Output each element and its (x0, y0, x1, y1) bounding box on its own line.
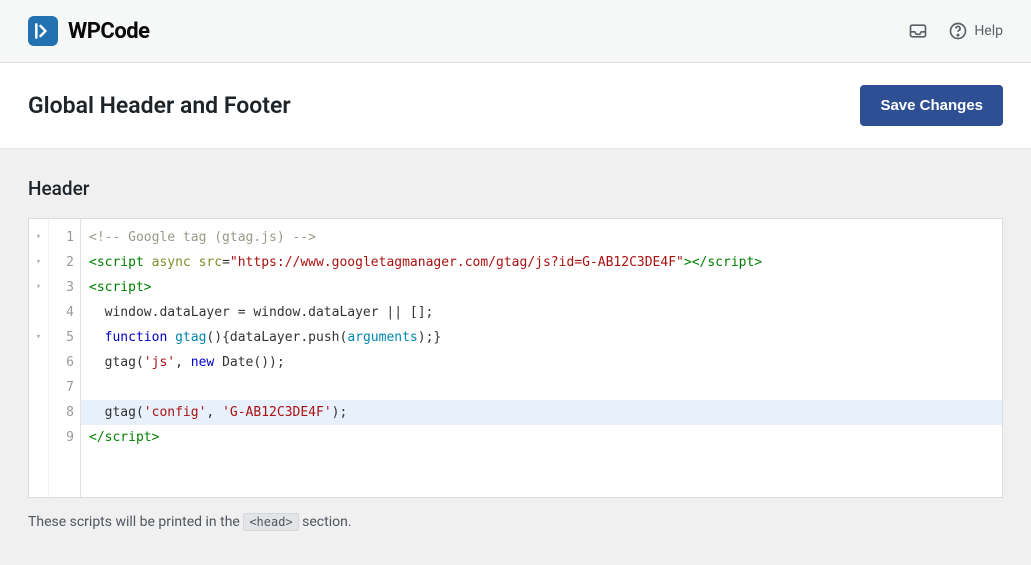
fold-marker (29, 375, 48, 400)
editor-line-gutter: 123456789 (49, 219, 81, 497)
line-number: 9 (49, 425, 74, 450)
logo[interactable]: WPCode (28, 16, 150, 46)
line-number: 3 (49, 275, 74, 300)
code-line[interactable]: gtag('js', new Date()); (89, 350, 994, 375)
fold-marker[interactable]: ▾ (29, 275, 48, 300)
page-title: Global Header and Footer (28, 92, 291, 119)
code-line[interactable]: window.dataLayer = window.dataLayer || [… (89, 300, 994, 325)
line-number: 5 (49, 325, 74, 350)
code-line[interactable]: <script async src="https://www.googletag… (89, 250, 994, 275)
help-label: Help (974, 23, 1003, 39)
logo-text: WPCode (68, 19, 150, 44)
line-number: 8 (49, 400, 74, 425)
fold-marker[interactable]: ▾ (29, 225, 48, 250)
footnote-after: section. (299, 514, 352, 530)
footnote-tag: <head> (243, 513, 298, 531)
inbox-icon[interactable] (908, 21, 928, 41)
fold-marker (29, 350, 48, 375)
fold-marker (29, 400, 48, 425)
editor-fold-gutter[interactable]: ▾▾▾▾ (29, 219, 49, 497)
code-line[interactable]: function gtag(){dataLayer.push(arguments… (89, 325, 994, 350)
line-number: 7 (49, 375, 74, 400)
topbar: WPCode Help (0, 0, 1031, 63)
code-line[interactable]: <!-- Google tag (gtag.js) --> (89, 225, 994, 250)
help-icon (948, 21, 968, 41)
code-line[interactable]: gtag('config', 'G-AB12C3DE4F'); (81, 400, 1002, 425)
footnote-before: These scripts will be printed in the (28, 514, 243, 530)
line-number: 4 (49, 300, 74, 325)
fold-marker (29, 425, 48, 450)
code-line[interactable]: <script> (89, 275, 994, 300)
content-area: Header ▾▾▾▾ 123456789 <!-- Google tag (g… (0, 149, 1031, 540)
code-line[interactable]: </script> (89, 425, 994, 450)
wpcode-logo-icon (28, 16, 58, 46)
line-number: 6 (49, 350, 74, 375)
fold-marker (29, 300, 48, 325)
help-link[interactable]: Help (948, 21, 1003, 41)
editor-code-area[interactable]: <!-- Google tag (gtag.js) --><script asy… (81, 219, 1002, 497)
header-section-title: Header (28, 177, 1003, 200)
save-changes-button[interactable]: Save Changes (860, 85, 1003, 126)
line-number: 2 (49, 250, 74, 275)
fold-marker[interactable]: ▾ (29, 250, 48, 275)
line-number: 1 (49, 225, 74, 250)
fold-marker[interactable]: ▾ (29, 325, 48, 350)
topbar-right: Help (908, 21, 1003, 41)
page-header: Global Header and Footer Save Changes (0, 63, 1031, 149)
code-editor[interactable]: ▾▾▾▾ 123456789 <!-- Google tag (gtag.js)… (28, 218, 1003, 498)
footnote: These scripts will be printed in the <he… (28, 498, 1003, 530)
code-line[interactable] (89, 375, 994, 400)
